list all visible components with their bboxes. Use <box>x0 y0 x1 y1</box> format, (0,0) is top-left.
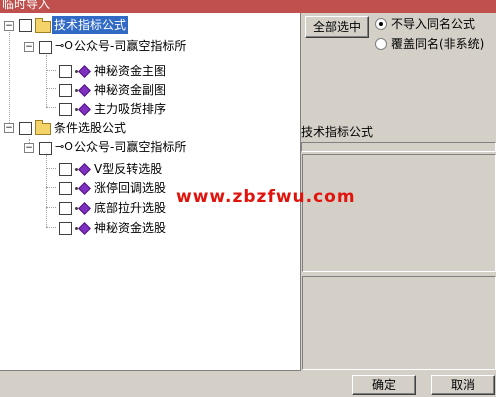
collapse-icon[interactable]: − <box>24 143 34 153</box>
formula-icon <box>78 84 91 97</box>
select-all-button[interactable]: 全部选中 <box>305 16 369 38</box>
radio-overwrite-duplicates[interactable] <box>375 38 387 50</box>
tree-node-label: 公众号-司赢空指标所 <box>74 140 187 154</box>
tree-node-label: 公众号-司赢空指标所 <box>74 39 187 53</box>
formula-notes-panel[interactable] <box>302 276 496 370</box>
checkbox[interactable] <box>19 122 32 135</box>
checkbox[interactable] <box>59 84 72 97</box>
cancel-button[interactable]: 取消 <box>431 375 495 395</box>
radio-skip-duplicates[interactable] <box>375 18 387 30</box>
checkbox[interactable] <box>39 142 52 155</box>
formula-icon <box>78 103 91 116</box>
tree-node-tech-indicators[interactable]: − 技术指标公式 <box>0 16 300 34</box>
tree-leaf-label: V型反转选股 <box>94 162 163 176</box>
collapse-icon[interactable]: − <box>4 123 14 133</box>
folder-icon <box>35 120 51 135</box>
checkbox[interactable] <box>59 222 72 235</box>
formula-icon <box>78 222 91 235</box>
tree-leaf-label: 神秘资金副图 <box>94 83 167 97</box>
checkbox[interactable] <box>59 65 72 78</box>
formula-icon <box>78 65 91 78</box>
collapse-icon[interactable]: − <box>4 21 14 31</box>
formula-icon <box>78 163 91 176</box>
checkbox[interactable] <box>19 19 32 32</box>
tree-leaf-label: 涨停回调选股 <box>94 181 167 195</box>
tree-node-group[interactable]: − ⊸O 公众号-司赢空指标所 <box>0 138 300 156</box>
checkbox[interactable] <box>59 202 72 215</box>
radio-skip-duplicates-label[interactable]: 不导入同名公式 <box>391 17 475 31</box>
ok-button[interactable]: 确定 <box>352 375 416 395</box>
formula-icon <box>78 202 91 215</box>
formula-icon <box>78 182 91 195</box>
tree-leaf-label: 神秘资金主图 <box>94 64 167 78</box>
tree-leaf[interactable]: 神秘资金主图 <box>0 62 300 80</box>
folder-icon <box>35 18 51 33</box>
tree-node-group[interactable]: − ⊸O 公众号-司赢空指标所 <box>0 37 300 55</box>
radio-overwrite-duplicates-label[interactable]: 覆盖同名(非系统) <box>391 37 484 51</box>
tree-leaf[interactable]: V型反转选股 <box>0 159 300 177</box>
formula-info-header: 技术指标公式 <box>301 125 374 139</box>
key-icon: ⊸O <box>55 39 73 52</box>
info-divider <box>301 142 496 152</box>
checkbox[interactable] <box>39 41 52 54</box>
watermark-text: www.zbzfwu.com <box>176 187 356 207</box>
collapse-icon[interactable]: − <box>24 42 34 52</box>
tree-node-stock-screening[interactable]: − 条件选股公式 <box>0 118 300 136</box>
tree-node-label: 条件选股公式 <box>54 121 127 135</box>
tree-leaf-label: 底部拉升选股 <box>94 201 167 215</box>
checkbox[interactable] <box>59 163 72 176</box>
tree-leaf[interactable]: 神秘资金选股 <box>0 218 300 236</box>
checkbox[interactable] <box>59 182 72 195</box>
window-title: 临时导入 <box>2 0 51 11</box>
tree-leaf-label: 神秘资金选股 <box>94 221 167 235</box>
formula-description-panel[interactable] <box>302 154 496 272</box>
tree-leaf[interactable]: 主力吸货排序 <box>0 99 300 117</box>
key-icon: ⊸O <box>55 140 73 153</box>
tree-node-label: 技术指标公式 <box>52 16 129 34</box>
checkbox[interactable] <box>59 103 72 116</box>
tree-leaf[interactable]: 神秘资金副图 <box>0 80 300 98</box>
title-bar: 临时导入 <box>0 0 496 13</box>
tree-leaf-label: 主力吸货排序 <box>94 102 167 116</box>
